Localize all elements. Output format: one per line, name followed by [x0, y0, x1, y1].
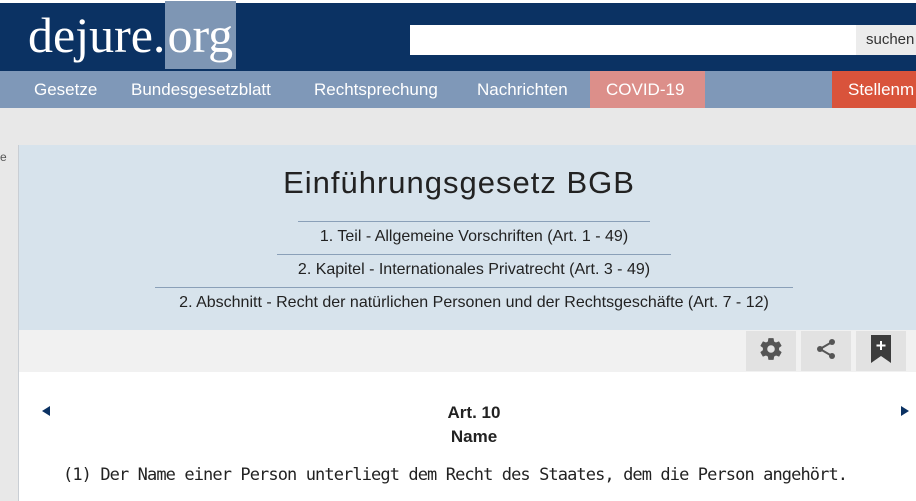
- article-content: Art. 10 Name (1) Der Name einer Person u…: [19, 372, 916, 501]
- breadcrumb-teil[interactable]: 1. Teil - Allgemeine Vorschriften (Art. …: [298, 221, 650, 246]
- site-logo[interactable]: dejure.org: [28, 1, 237, 69]
- law-header: Einführungsgesetz BGB 1. Teil - Allgemei…: [19, 145, 916, 330]
- settings-icon: [758, 336, 784, 367]
- article-number: Art. 10: [447, 403, 501, 422]
- search-button[interactable]: suchen: [856, 25, 916, 55]
- bookmark-add-icon: [870, 334, 892, 369]
- next-article-arrow-icon[interactable]: [901, 406, 909, 416]
- logo-org: org: [165, 1, 237, 69]
- nav-item-covid[interactable]: COVID-19: [590, 71, 705, 108]
- nav-item-bundesgesetzblatt[interactable]: Bundesgesetzblatt: [131, 71, 271, 108]
- article-name: Name: [450, 427, 498, 446]
- site-header: dejure.org suchen: [0, 0, 916, 71]
- side-fragment: e: [0, 150, 7, 164]
- share-button[interactable]: [801, 331, 851, 371]
- breadcrumb-kapitel[interactable]: 2. Kapitel - Internationales Privatrecht…: [277, 254, 671, 279]
- page-title: Einführungsgesetz BGB: [283, 165, 635, 200]
- nav-item-rechtsprechung[interactable]: Rechtsprechung: [314, 71, 438, 108]
- bookmark-button[interactable]: [856, 331, 906, 371]
- settings-button[interactable]: [746, 331, 796, 371]
- logo-text: dejure.: [28, 7, 166, 63]
- search-input[interactable]: [410, 25, 856, 55]
- nav-item-stellenmarkt[interactable]: Stellenm: [832, 71, 916, 108]
- nav-item-nachrichten[interactable]: Nachrichten: [477, 71, 568, 108]
- main-nav: Gesetze Bundesgesetzblatt Rechtsprechung…: [0, 71, 916, 108]
- article-toolbar: [19, 330, 916, 372]
- law-panel: Einführungsgesetz BGB 1. Teil - Allgemei…: [18, 145, 916, 501]
- article-paragraph: (1) Der Name einer Person unterliegt dem…: [63, 465, 848, 485]
- share-icon: [814, 337, 838, 366]
- breadcrumb-abschnitt[interactable]: 2. Abschnitt - Recht der natürlichen Per…: [155, 287, 793, 312]
- nav-item-gesetze[interactable]: Gesetze: [34, 71, 97, 108]
